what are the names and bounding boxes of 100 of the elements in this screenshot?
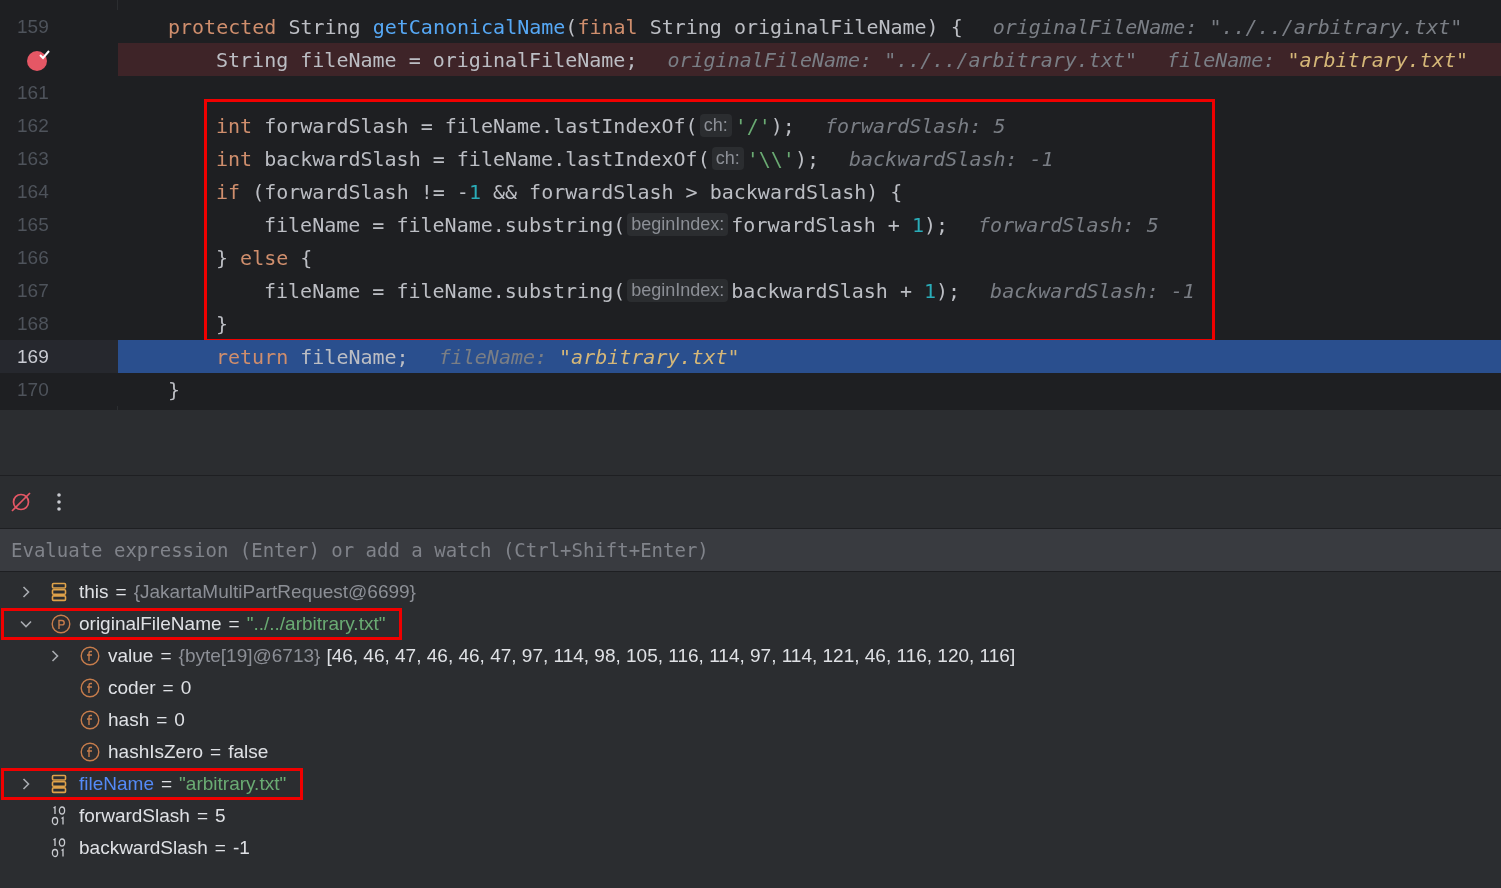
code-text: forwardSlash = fileName.lastIndexOf( bbox=[263, 113, 698, 138]
line-number: 161 bbox=[17, 81, 49, 104]
p-circle-icon bbox=[51, 614, 71, 634]
variable-row[interactable]: backwardSlash = -1 bbox=[1, 832, 267, 864]
line-number: 168 bbox=[17, 312, 49, 335]
keyword: if bbox=[216, 179, 241, 204]
line-number: 167 bbox=[17, 279, 49, 302]
variable-value: "arbitrary.txt" bbox=[179, 773, 287, 795]
inline-variable-name: originalFileName: bbox=[667, 47, 873, 72]
variable-name: this bbox=[79, 581, 109, 603]
keyword: final bbox=[577, 14, 638, 39]
binary-digits-icon bbox=[51, 838, 68, 858]
equals-sign: = bbox=[115, 581, 127, 603]
code-text: && forwardSlash > backwardSlash) { bbox=[491, 179, 903, 204]
line-number: 159 bbox=[17, 15, 49, 38]
f-circle-icon bbox=[80, 678, 100, 698]
highlighted-variable-row[interactable]: originalFileName = "../../arbitrary.txt" bbox=[1, 608, 403, 640]
line-number: 166 bbox=[17, 246, 49, 269]
keyword: int bbox=[216, 146, 253, 171]
variable-value: {byte[19]@6713} bbox=[178, 645, 321, 667]
variable-value: 5 bbox=[215, 805, 226, 827]
code-text: (forwardSlash != - bbox=[251, 179, 469, 204]
parameter-hint: ch: bbox=[711, 147, 744, 170]
equals-sign: = bbox=[214, 837, 226, 859]
code-text: } bbox=[168, 377, 181, 402]
variable-row[interactable]: this = {JakartaMultiPartRequest@6699} bbox=[1, 576, 433, 608]
highlighted-variable-row[interactable]: fileName = "arbitrary.txt" bbox=[1, 768, 304, 800]
inline-variable-name: forwardSlash: bbox=[824, 113, 982, 138]
inline-variable-name: forwardSlash: bbox=[978, 212, 1135, 237]
keyword: int bbox=[216, 113, 253, 138]
variable-name: value bbox=[108, 645, 154, 667]
variable-name: originalFileName bbox=[79, 613, 222, 635]
inline-debug-value: -1 bbox=[1170, 278, 1195, 303]
line-number: 170 bbox=[17, 378, 49, 401]
f-circle-icon bbox=[80, 646, 100, 666]
inline-debug-value: "arbitrary.txt" bbox=[1287, 47, 1468, 72]
equals-sign: = bbox=[228, 613, 240, 635]
code-text: ); bbox=[936, 278, 961, 303]
variable-value: "../../arbitrary.txt" bbox=[246, 613, 386, 635]
variable-name: hash bbox=[108, 709, 150, 731]
line-number: 164 bbox=[17, 180, 49, 203]
variable-row[interactable]: coder = 0 bbox=[1, 672, 209, 704]
code-text: String bbox=[287, 14, 362, 39]
inline-variable-name: backwardSlash: bbox=[848, 146, 1018, 171]
equals-sign: = bbox=[162, 677, 174, 699]
variable-row[interactable]: hashIsZero = false bbox=[1, 736, 286, 768]
inline-debug-value: "arbitrary.txt" bbox=[559, 344, 740, 369]
evaluate-expression-field[interactable]: Evaluate expression (Enter) or add a watch (Ctrl+Shift+Enter) bbox=[0, 528, 1501, 572]
string-literal: '\\' bbox=[746, 146, 795, 171]
code-text: String originalFileName) { bbox=[648, 14, 963, 39]
variable-row[interactable]: hash = 0 bbox=[1, 704, 202, 736]
line-number: 162 bbox=[17, 114, 49, 137]
variable-value: -1 bbox=[232, 837, 250, 859]
number-literal: 1 bbox=[911, 212, 924, 237]
variable-name: backwardSlash bbox=[79, 837, 208, 859]
code-text: backwardSlash = fileName.lastIndexOf( bbox=[263, 146, 710, 171]
more-options-icon[interactable] bbox=[56, 492, 62, 512]
variable-name: hashIsZero bbox=[108, 741, 204, 763]
inline-variable-name: backwardSlash: bbox=[990, 278, 1159, 303]
mute-breakpoints-icon[interactable] bbox=[10, 491, 32, 513]
variable-value: [46, 46, 47, 46, 46, 47, 97, 114, 98, 105, 116, 114, 97, 114, 121, 46, 116, 120, 116] bbox=[326, 645, 1016, 667]
code-text: ); bbox=[770, 113, 795, 138]
equals-sign: = bbox=[196, 805, 208, 827]
variable-row[interactable]: forwardSlash = 5 bbox=[1, 800, 243, 832]
variable-row[interactable]: value = {byte[19]@6713} [46, 46, 47, 46, 46, 47, 97, 114, 98, 105, 116, 114, 97, 114, 121, 46, 116, 120, 116] bbox=[1, 640, 1033, 672]
code-text: String fileName = originalFileName; bbox=[216, 47, 638, 72]
string-literal: '/' bbox=[734, 113, 771, 138]
code-text: fileName = fileName.substring( bbox=[264, 212, 626, 237]
code-text: } bbox=[216, 311, 229, 336]
inline-debug-value: 5 bbox=[993, 113, 1006, 138]
line-number: 163 bbox=[17, 147, 49, 170]
code-text: backwardSlash + bbox=[731, 278, 913, 303]
equals-sign: = bbox=[210, 741, 222, 763]
code-text: fileName; bbox=[299, 344, 409, 369]
equals-sign: = bbox=[156, 709, 168, 731]
inline-debug-value: -1 bbox=[1029, 146, 1054, 171]
equals-sign: = bbox=[160, 645, 172, 667]
stack-icon bbox=[51, 774, 67, 794]
variable-value: {JakartaMultiPartRequest@6699} bbox=[133, 581, 416, 603]
parameter-hint: ch: bbox=[699, 114, 732, 137]
equals-sign: = bbox=[161, 773, 173, 795]
stack-icon bbox=[51, 582, 67, 602]
function-name: getCanonicalName bbox=[372, 14, 566, 39]
code-text: ); bbox=[794, 146, 819, 171]
binary-digits-icon bbox=[51, 806, 68, 826]
number-literal: 1 bbox=[923, 278, 936, 303]
code-text: } bbox=[216, 245, 230, 270]
code-text: ); bbox=[924, 212, 949, 237]
variable-value: 0 bbox=[180, 677, 192, 699]
variable-value: false bbox=[228, 741, 269, 763]
number-literal: 1 bbox=[468, 179, 481, 204]
inline-debug-value: "../../arbitrary.txt" bbox=[884, 47, 1137, 72]
parameter-hint: beginIndex: bbox=[627, 213, 729, 236]
variable-name: fileName bbox=[79, 773, 154, 795]
line-number: 165 bbox=[17, 213, 49, 236]
variable-name: coder bbox=[108, 677, 156, 699]
keyword: return bbox=[216, 344, 289, 369]
f-circle-icon bbox=[80, 742, 100, 762]
f-circle-icon bbox=[80, 710, 100, 730]
inline-variable-name: fileName: bbox=[1167, 47, 1276, 72]
